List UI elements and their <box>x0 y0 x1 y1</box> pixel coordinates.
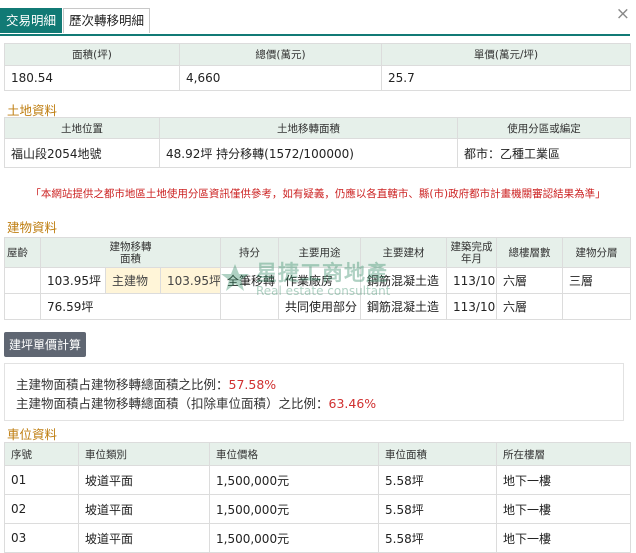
parking-area: 5.58坪 <box>378 523 497 553</box>
parking-type: 坡道平面 <box>78 465 210 495</box>
tab-transfer-history[interactable]: 歷次轉移明細 <box>63 8 151 33</box>
building-total-floors: 六層 <box>496 267 564 294</box>
calc-unit-price-button[interactable]: 建坪單價計算 <box>4 332 87 357</box>
header-parking-price: 車位價格 <box>209 442 379 466</box>
ratio-value: 63.46% <box>328 396 377 411</box>
unit-price-value: 25.7 <box>381 65 631 91</box>
building-age <box>4 293 41 320</box>
building-share <box>220 293 280 320</box>
parking-floor: 地下一樓 <box>496 523 631 553</box>
building-completed: 113/10 <box>446 293 498 320</box>
land-transfer-area: 48.92坪 持分移轉(1572/100000) <box>159 138 458 168</box>
table-row: 福山段2054地號 48.92坪 持分移轉(1572/100000) 都市：乙種… <box>4 138 631 168</box>
tab-transaction-detail[interactable]: 交易明細 <box>0 8 63 33</box>
building-table: 屋齡 建物移轉面積 持分 主要用途 主要建材 建築完成年月 總樓層數 建物分層 … <box>4 237 632 320</box>
header-main-material: 主要建材 <box>360 237 448 268</box>
header-share: 持分 <box>220 237 280 268</box>
main-building-tag: 主建物 <box>105 267 161 294</box>
main-building-area: 103.95坪 <box>159 267 222 294</box>
header-total-floors: 總樓層數 <box>496 237 564 268</box>
building-use: 共同使用部分 <box>278 293 362 320</box>
parking-area: 5.58坪 <box>378 494 497 524</box>
building-area: 103.95坪 <box>40 267 106 294</box>
zoning-notice: 「本網站提供之都市地區土地使用分區資訊僅供參考，如有疑義，仍應以各直轄市、縣(市… <box>30 188 606 200</box>
table-row: 76.59坪 共同使用部分 鋼筋混凝土造 113/10 六層 <box>4 293 632 320</box>
ratio-main-building-excl-parking: 主建物面積占建物移轉總面積（扣除車位面積）之比例：63.46% <box>16 393 376 412</box>
table-row: 02 坡道平面 1,500,000元 5.58坪 地下一樓 <box>4 494 631 524</box>
parking-seq: 03 <box>4 523 79 553</box>
header-total-price: 總價(萬元) <box>179 43 382 66</box>
building-floor <box>562 293 632 320</box>
parking-seq: 02 <box>4 494 79 524</box>
header-parking-floor: 所在樓層 <box>496 442 631 466</box>
table-row: 180.54 4,660 25.7 <box>4 65 631 91</box>
close-icon[interactable]: × <box>616 6 630 23</box>
parking-type: 坡道平面 <box>78 523 210 553</box>
building-completed: 113/10 <box>446 267 498 294</box>
parking-type: 坡道平面 <box>78 494 210 524</box>
parking-floor: 地下一樓 <box>496 494 631 524</box>
table-row: 01 坡道平面 1,500,000元 5.58坪 地下一樓 <box>4 465 631 495</box>
building-use: 作業廠房 <box>278 267 362 294</box>
header-completed-text: 建築完成年月 <box>450 240 493 265</box>
parking-table: 序號 車位類別 車位價格 車位面積 所在樓層 01 坡道平面 1,500,000… <box>4 442 631 553</box>
zoning: 都市：乙種工業區 <box>457 138 631 168</box>
land-location: 福山段2054地號 <box>4 138 160 168</box>
building-share: 全筆移轉 <box>220 267 280 294</box>
parking-area: 5.58坪 <box>378 465 497 495</box>
ratio-value: 57.58% <box>228 377 277 392</box>
header-land-transfer-area: 土地移轉面積 <box>159 117 458 139</box>
header-building-transfer-area: 建物移轉面積 <box>39 237 222 268</box>
total-price-value: 4,660 <box>179 65 382 91</box>
parking-floor: 地下一樓 <box>496 465 631 495</box>
header-seq: 序號 <box>4 442 79 466</box>
header-main-use: 主要用途 <box>278 237 362 268</box>
building-area: 76.59坪 <box>39 293 222 320</box>
table-row: 03 坡道平面 1,500,000元 5.58坪 地下一樓 <box>4 523 631 553</box>
ratio-label: 主建物面積占建物移轉總面積之比例： <box>16 377 229 392</box>
building-material: 鋼筋混凝土造 <box>360 293 448 320</box>
parking-price: 1,500,000元 <box>209 494 379 524</box>
price-table: 面積(坪) 總價(萬元) 單價(萬元/坪) 180.54 4,660 25.7 <box>4 43 631 91</box>
building-age <box>4 267 41 294</box>
header-unit-price: 單價(萬元/坪) <box>381 43 631 66</box>
header-land-location: 土地位置 <box>4 117 160 139</box>
tab-bar: 交易明細 歷次轉移明細 <box>0 8 151 34</box>
header-floor: 建物分層 <box>562 237 632 268</box>
building-floor: 三層 <box>562 267 632 294</box>
building-section-title: 建物資料 <box>7 220 58 235</box>
header-area: 面積(坪) <box>4 43 180 66</box>
header-parking-area: 車位面積 <box>378 442 497 466</box>
header-completed: 建築完成年月 <box>446 237 498 268</box>
header-building-transfer-area-l1: 建物移轉面積 <box>109 240 152 265</box>
parking-price: 1,500,000元 <box>209 523 379 553</box>
header-zoning: 使用分區或編定 <box>457 117 631 139</box>
tab-underline <box>0 34 630 36</box>
land-table: 土地位置 土地移轉面積 使用分區或編定 福山段2054地號 48.92坪 持分移… <box>4 117 631 168</box>
ratio-label: 主建物面積占建物移轉總面積（扣除車位面積）之比例： <box>16 396 329 411</box>
parking-section-title: 車位資料 <box>7 427 58 442</box>
parking-price: 1,500,000元 <box>209 465 379 495</box>
building-total-floors: 六層 <box>496 293 564 320</box>
header-age: 屋齡 <box>4 237 41 268</box>
parking-seq: 01 <box>4 465 79 495</box>
table-row: 103.95坪 主建物 103.95坪 全筆移轉 作業廠房 鋼筋混凝土造 113… <box>4 267 632 294</box>
building-material: 鋼筋混凝土造 <box>360 267 448 294</box>
header-parking-type: 車位類別 <box>78 442 210 466</box>
area-value: 180.54 <box>4 65 180 91</box>
ratio-main-building: 主建物面積占建物移轉總面積之比例：57.58% <box>16 374 276 393</box>
